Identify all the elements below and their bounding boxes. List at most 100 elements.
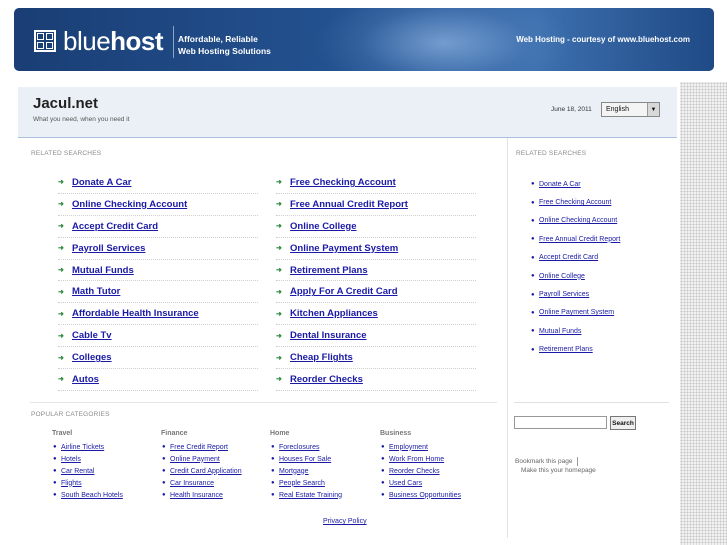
bookmark-text[interactable]: Bookmark this page <box>515 458 572 465</box>
sidebar-related-link[interactable]: Donate A Car <box>539 181 581 188</box>
homepage-link[interactable]: Make this your homepage <box>521 467 596 474</box>
category-link[interactable]: Foreclosures <box>279 444 319 451</box>
related-search-item[interactable]: ➜ Autos <box>58 369 258 391</box>
related-search-item[interactable]: ➜ Free Annual Credit Report <box>276 194 476 216</box>
related-search-item[interactable]: ➜ Accept Credit Card <box>58 216 258 238</box>
related-search-item[interactable]: ➜ Kitchen Appliances <box>276 303 476 326</box>
category-item[interactable]: ● Houses For Sale <box>270 453 342 465</box>
sidebar-related-item[interactable]: ● Retirement Plans <box>531 341 620 359</box>
sidebar-related-link[interactable]: Online Payment System <box>539 309 614 316</box>
bluehost-logo[interactable]: bluehost <box>34 26 164 56</box>
category-item[interactable]: ● Car Insurance <box>161 477 242 489</box>
category-item[interactable]: ● Work From Home <box>380 453 461 465</box>
related-search-link[interactable]: Online Payment System <box>290 243 398 254</box>
related-search-link[interactable]: Free Annual Credit Report <box>290 199 408 210</box>
search-button[interactable]: Search <box>610 416 636 430</box>
category-item[interactable]: ● People Search <box>270 477 342 489</box>
related-search-link[interactable]: Free Checking Account <box>290 177 396 188</box>
hosting-banner[interactable]: bluehost Affordable, Reliable Web Hostin… <box>14 8 714 71</box>
sidebar-related-item[interactable]: ● Accept Credit Card <box>531 249 620 267</box>
sidebar-related-link[interactable]: Free Annual Credit Report <box>539 236 620 243</box>
category-item[interactable]: ● Flights <box>52 477 123 489</box>
related-search-link[interactable]: Payroll Services <box>72 243 145 254</box>
category-link[interactable]: Mortgage <box>279 468 309 475</box>
sidebar-related-link[interactable]: Online College <box>539 273 585 280</box>
category-item[interactable]: ● Used Cars <box>380 477 461 489</box>
category-link[interactable]: Free Credit Report <box>170 444 228 451</box>
related-search-link[interactable]: Math Tutor <box>72 286 120 297</box>
related-search-item[interactable]: ➜ Online College <box>276 216 476 238</box>
category-item[interactable]: ● Online Payment <box>161 453 242 465</box>
sidebar-related-item[interactable]: ● Online Payment System <box>531 304 620 322</box>
category-link[interactable]: Flights <box>61 480 82 487</box>
related-search-link[interactable]: Online College <box>290 221 357 232</box>
related-search-link[interactable]: Affordable Health Insurance <box>72 308 199 319</box>
category-item[interactable]: ● Business Opportunities <box>380 489 461 501</box>
category-link[interactable]: Car Insurance <box>170 480 214 487</box>
related-search-item[interactable]: ➜ Apply For A Credit Card <box>276 281 476 304</box>
category-link[interactable]: Credit Card Application <box>170 468 242 475</box>
related-search-link[interactable]: Online Checking Account <box>72 199 187 210</box>
category-link[interactable]: Houses For Sale <box>279 456 331 463</box>
related-search-item[interactable]: ➜ Cable Tv <box>58 325 258 348</box>
sidebar-related-item[interactable]: ● Free Checking Account <box>531 193 620 211</box>
related-search-item[interactable]: ➜ Mutual Funds <box>58 260 258 282</box>
related-search-item[interactable]: ➜ Retirement Plans <box>276 260 476 282</box>
related-search-link[interactable]: Autos <box>72 374 99 385</box>
related-search-link[interactable]: Retirement Plans <box>290 265 368 276</box>
related-search-link[interactable]: Accept Credit Card <box>72 221 158 232</box>
category-link[interactable]: Employment <box>389 444 428 451</box>
related-search-item[interactable]: ➜ Online Payment System <box>276 238 476 260</box>
category-link[interactable]: Used Cars <box>389 480 422 487</box>
sidebar-related-link[interactable]: Online Checking Account <box>539 217 617 224</box>
related-search-item[interactable]: ➜ Colleges <box>58 347 258 370</box>
related-search-link[interactable]: Reorder Checks <box>290 374 363 385</box>
category-item[interactable]: ● Reorder Checks <box>380 465 461 477</box>
category-item[interactable]: ● South Beach Hotels <box>52 489 123 501</box>
category-item[interactable]: ● Car Rental <box>52 465 123 477</box>
related-search-item[interactable]: ➜ Reorder Checks <box>276 369 476 391</box>
category-link[interactable]: Airline Tickets <box>61 444 104 451</box>
sidebar-related-item[interactable]: ● Donate A Car <box>531 175 620 193</box>
related-search-link[interactable]: Cheap Flights <box>290 352 353 363</box>
category-item[interactable]: ● Employment <box>380 441 461 453</box>
related-search-item[interactable]: ➜ Payroll Services <box>58 238 258 260</box>
language-select[interactable]: English ▼ <box>601 102 660 117</box>
sidebar-related-link[interactable]: Payroll Services <box>539 291 589 298</box>
sidebar-related-link[interactable]: Retirement Plans <box>539 346 593 353</box>
related-search-link[interactable]: Cable Tv <box>72 330 112 341</box>
category-link[interactable]: Health Insurance <box>170 492 223 499</box>
category-item[interactable]: ● Foreclosures <box>270 441 342 453</box>
sidebar-related-link[interactable]: Mutual Funds <box>539 328 581 335</box>
sidebar-related-item[interactable]: ● Mutual Funds <box>531 322 620 340</box>
related-search-link[interactable]: Colleges <box>72 352 112 363</box>
sidebar-related-link[interactable]: Accept Credit Card <box>539 254 598 261</box>
privacy-policy-link[interactable]: Privacy Policy <box>323 518 367 525</box>
category-link[interactable]: Work From Home <box>389 456 444 463</box>
category-link[interactable]: Real Estate Training <box>279 492 342 499</box>
related-search-link[interactable]: Mutual Funds <box>72 265 134 276</box>
category-item[interactable]: ● Free Credit Report <box>161 441 242 453</box>
category-item[interactable]: ● Credit Card Application <box>161 465 242 477</box>
category-item[interactable]: ● Hotels <box>52 453 123 465</box>
related-search-item[interactable]: ➜ Affordable Health Insurance <box>58 303 258 326</box>
search-input[interactable] <box>514 416 607 429</box>
category-item[interactable]: ● Real Estate Training <box>270 489 342 501</box>
bookmark-link[interactable]: Bookmark this page <box>515 457 579 466</box>
sidebar-related-item[interactable]: ● Online Checking Account <box>531 212 620 230</box>
sidebar-related-link[interactable]: Free Checking Account <box>539 199 611 206</box>
related-search-item[interactable]: ➜ Cheap Flights <box>276 347 476 370</box>
category-item[interactable]: ● Mortgage <box>270 465 342 477</box>
category-link[interactable]: Hotels <box>61 456 81 463</box>
sidebar-related-item[interactable]: ● Online College <box>531 267 620 285</box>
category-link[interactable]: South Beach Hotels <box>61 492 123 499</box>
chevron-down-icon[interactable]: ▼ <box>647 103 659 116</box>
related-search-item[interactable]: ➜ Online Checking Account <box>58 194 258 216</box>
related-search-link[interactable]: Kitchen Appliances <box>290 308 378 319</box>
category-item[interactable]: ● Health Insurance <box>161 489 242 501</box>
category-link[interactable]: Business Opportunities <box>389 492 461 499</box>
related-search-link[interactable]: Dental Insurance <box>290 330 367 341</box>
related-search-item[interactable]: ➜ Dental Insurance <box>276 325 476 348</box>
sidebar-related-item[interactable]: ● Free Annual Credit Report <box>531 230 620 248</box>
related-search-item[interactable]: ➜ Donate A Car <box>58 172 258 194</box>
